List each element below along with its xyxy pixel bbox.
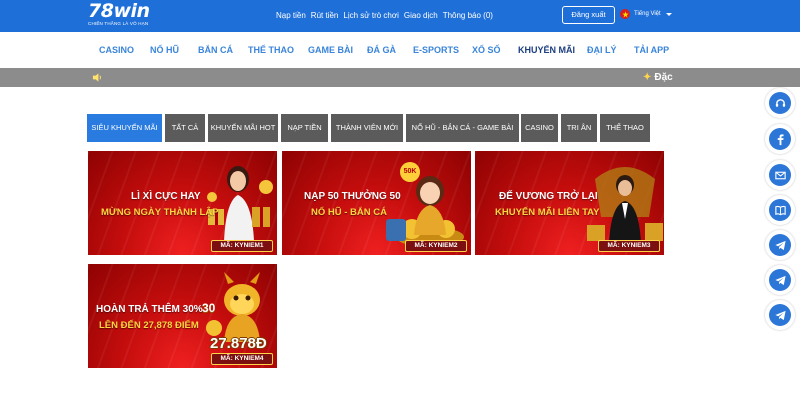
language-selector[interactable]: Tiếng Việt	[620, 9, 672, 19]
email-icon	[774, 171, 786, 179]
promo-code-badge: MÃ: KYNIEM4	[211, 353, 273, 365]
email-button[interactable]	[765, 160, 795, 190]
promo-code-badge: MÃ: KYNIEM2	[405, 240, 467, 252]
promo-subtitle: MỪNG NGÀY THÀNH LẬP	[101, 207, 219, 218]
support-chat-icon	[775, 98, 785, 107]
nav-no-hu[interactable]: NỔ HŨ	[150, 44, 179, 56]
promo-title: NẠP 50 THƯỞNG 50	[304, 191, 401, 202]
logo-text: 78win	[88, 0, 150, 22]
promo-card[interactable]: 30 HOÀN TRẢ THÊM 30% LÊN ĐẾN 27,878 ĐIỂM…	[88, 264, 277, 368]
telegram-icon	[774, 275, 786, 285]
telegram-icon	[774, 310, 786, 320]
promo-title: ĐẾ VƯƠNG TRỞ LẠI	[499, 191, 598, 202]
announcement-text: ✦ Đặc	[643, 71, 673, 84]
promo-card[interactable]: ĐẾ VƯƠNG TRỞ LẠI KHUYẾN MÃI LIỀN TAY MÃ:…	[475, 151, 664, 255]
guide-button[interactable]	[765, 195, 795, 225]
telegram-icon	[774, 240, 786, 250]
guide-book-icon	[774, 205, 786, 215]
promo-model-illustration	[207, 166, 273, 241]
tab-khuyen-mai-hot[interactable]: KHUYẾN MÃI HOT	[208, 114, 278, 142]
tab-thanh-vien-moi[interactable]: THÀNH VIÊN MỚI	[331, 114, 403, 142]
nav-esports[interactable]: E-SPORTS	[413, 44, 459, 56]
promo-subtitle: LÊN ĐẾN 27,878 ĐIỂM	[99, 320, 199, 331]
nav-casino[interactable]: CASINO	[99, 44, 134, 56]
speaker-icon	[92, 73, 101, 82]
main-nav: CASINO NỔ HŨ BẮN CÁ THỂ THAO GAME BÀI ĐÁ…	[0, 32, 800, 68]
promo-subtitle: NỔ HŨ - BẮN CÁ	[311, 207, 387, 218]
tab-the-thao[interactable]: THỂ THAO	[600, 114, 650, 142]
chevron-down-icon	[665, 12, 672, 16]
tab-no-hu-ban-ca-game-bai[interactable]: NỔ HŨ - BẮN CÁ - GAME BÀI	[406, 114, 519, 142]
deposit-link[interactable]: Nạp tiền	[276, 10, 306, 22]
game-history-link[interactable]: Lịch sử trò chơi	[343, 10, 399, 22]
promo-king-illustration	[587, 167, 663, 243]
cashback-percent-badge: 30	[202, 301, 216, 315]
withdraw-link[interactable]: Rút tiền	[311, 10, 339, 22]
tab-tri-an[interactable]: TRI ÂN	[561, 114, 597, 142]
telegram-button[interactable]	[765, 300, 795, 330]
nav-da-ga[interactable]: ĐÁ GÀ	[367, 44, 396, 56]
tab-tat-ca[interactable]: TẤT CẢ	[165, 114, 205, 142]
promo-title: HOÀN TRẢ THÊM 30%	[96, 304, 203, 315]
telegram-button[interactable]	[765, 230, 795, 260]
bonus-badge: 50K	[400, 162, 420, 182]
announcement-message: Đặc	[654, 72, 673, 83]
nav-khuyen-mai[interactable]: KHUYẾN MÃI	[518, 44, 575, 56]
tab-casino[interactable]: CASINO	[521, 114, 558, 142]
nav-the-thao[interactable]: THỂ THAO	[248, 44, 294, 56]
sparkle-icon: ✦	[643, 72, 652, 83]
tab-nap-tien[interactable]: NẠP TIỀN	[281, 114, 328, 142]
logout-button[interactable]: Đăng xuất	[562, 6, 615, 24]
promo-title: LÌ XÌ CỰC HAY	[131, 191, 201, 202]
nav-xo-so[interactable]: XỔ SỐ	[472, 44, 501, 56]
nav-dai-ly[interactable]: ĐẠI LÝ	[587, 44, 617, 56]
language-label: Tiếng Việt	[634, 11, 661, 17]
announcement-bar: ✦ Đặc	[0, 68, 800, 87]
vietnam-flag-icon	[620, 9, 630, 19]
promo-subtitle: KHUYẾN MÃI LIỀN TAY	[495, 207, 600, 218]
promo-code-badge: MÃ: KYNIEM1	[211, 240, 273, 252]
promo-card[interactable]: LÌ XÌ CỰC HAY MỪNG NGÀY THÀNH LẬP MÃ: KY…	[88, 151, 277, 255]
transactions-link[interactable]: Giao dịch	[404, 10, 438, 22]
nav-ban-ca[interactable]: BẮN CÁ	[198, 44, 233, 56]
account-links: Nạp tiền Rút tiền Lịch sử trò chơi Giao …	[276, 10, 493, 22]
facebook-icon	[777, 133, 784, 145]
promo-card[interactable]: 50K NẠP 50 THƯỞNG 50 NỔ HŨ - BẮN CÁ MÃ: …	[282, 151, 471, 255]
site-logo[interactable]: 78win CHIẾN THẮNG LÀ VÔ HẠN	[88, 2, 150, 27]
tab-sieu-khuyen-mai[interactable]: SIÊU KHUYẾN MÃI	[87, 114, 162, 142]
nav-game-bai[interactable]: GAME BÀI	[308, 44, 353, 56]
logo-slogan: CHIẾN THẮNG LÀ VÔ HẠN	[88, 21, 149, 26]
promo-amount: 27.878Đ	[210, 335, 267, 352]
facebook-button[interactable]	[765, 124, 795, 154]
telegram-button[interactable]	[765, 265, 795, 295]
promo-code-badge: MÃ: KYNIEM3	[598, 240, 660, 252]
top-bar: 78win CHIẾN THẮNG LÀ VÔ HẠN Nạp tiền Rút…	[0, 0, 800, 32]
notifications-link[interactable]: Thông báo (0)	[443, 10, 493, 22]
support-chat-button[interactable]	[765, 88, 795, 118]
nav-tai-app[interactable]: TẢI APP	[634, 44, 669, 56]
